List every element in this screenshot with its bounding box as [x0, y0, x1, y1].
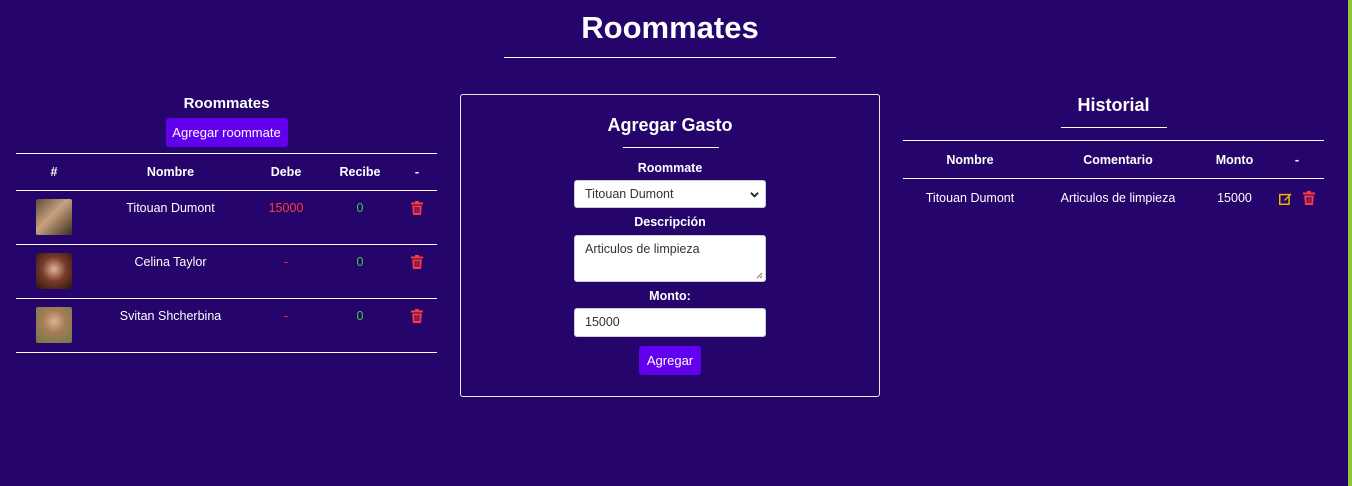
column-header-nombre: Nombre: [92, 153, 249, 191]
resize-grip-icon[interactable]: [756, 272, 763, 279]
historial-monto: 15000: [1217, 191, 1252, 205]
avatar-cell: [16, 298, 92, 353]
recibe-value: 0: [323, 298, 397, 353]
avatar: [36, 199, 72, 235]
roommate-label: Roommate: [637, 161, 703, 175]
avatar: [36, 253, 72, 289]
roommates-table: # Nombre Debe Recibe - Titouan Dumont 15…: [16, 153, 437, 353]
table-header-row: Nombre Comentario Monto -: [903, 140, 1324, 179]
avatar: [36, 307, 72, 343]
add-expense-card: Agregar Gasto Roommate Titouan Dumont De…: [460, 94, 880, 397]
roommate-select-value: Titouan Dumont: [585, 187, 674, 201]
roommate-name: Celina Taylor: [92, 244, 249, 299]
agregar-button[interactable]: Agregar: [639, 346, 701, 375]
descripcion-textarea[interactable]: Articulos de limpieza: [574, 235, 766, 282]
edit-icon[interactable]: [1278, 192, 1292, 205]
actions-cell: [1270, 179, 1324, 218]
descripcion-value: Articulos de limpieza: [585, 242, 700, 256]
roommates-panel: Roommates Agregar roommate # Nombre Debe…: [16, 93, 437, 353]
debe-value: 15000: [249, 190, 323, 245]
column-header-number: #: [16, 153, 92, 191]
historial-nombre: Titouan Dumont: [925, 191, 1015, 205]
column-header-debe: Debe: [249, 153, 323, 191]
actions-cell: [397, 244, 437, 299]
historial-divider: [1060, 127, 1167, 128]
recibe-value: 0: [323, 244, 397, 299]
add-expense-title: Agregar Gasto: [607, 115, 733, 135]
title-divider: [504, 57, 836, 58]
page-title: Roommates: [581, 10, 759, 45]
column-header-recibe: Recibe: [323, 153, 397, 191]
debe-value: -: [249, 298, 323, 353]
trash-icon[interactable]: [411, 201, 423, 215]
historial-table: Nombre Comentario Monto - Titouan Dumont…: [903, 140, 1324, 217]
column-header-actions: -: [397, 153, 437, 191]
table-row: Titouan Dumont Articulos de limpieza 150…: [903, 179, 1324, 218]
trash-icon[interactable]: [411, 309, 423, 323]
monto-input[interactable]: 15000: [574, 308, 766, 337]
add-roommate-button[interactable]: Agregar roommate: [165, 118, 288, 147]
chevron-down-icon: [750, 192, 759, 198]
actions-cell: [397, 190, 437, 245]
table-header-row: # Nombre Debe Recibe -: [16, 153, 437, 191]
descripcion-label: Descripción: [634, 215, 706, 229]
page: Roommates Roommates Agregar roommate # N…: [0, 0, 1352, 486]
column-header-monto: Monto: [1199, 140, 1270, 179]
recibe-value: 0: [323, 190, 397, 245]
trash-icon[interactable]: [1303, 191, 1316, 206]
debe-value: -: [249, 244, 323, 299]
roommate-select[interactable]: Titouan Dumont: [574, 180, 766, 208]
column-header-nombre: Nombre: [903, 140, 1037, 179]
historial-panel: Historial Nombre Comentario Monto - Tito…: [903, 93, 1324, 217]
monto-label: Monto:: [649, 289, 691, 303]
column-header-actions: -: [1270, 140, 1324, 179]
table-row: Celina Taylor - 0: [16, 244, 437, 299]
column-header-comentario: Comentario: [1037, 140, 1199, 179]
add-expense-divider: [623, 147, 719, 148]
historial-comentario: Articulos de limpieza: [1060, 191, 1176, 205]
table-row: Svitan Shcherbina - 0: [16, 298, 437, 353]
trash-icon[interactable]: [411, 255, 423, 269]
table-row: Titouan Dumont 15000 0: [16, 190, 437, 245]
avatar-cell: [16, 244, 92, 299]
right-edge-accent: [1348, 0, 1352, 486]
avatar-cell: [16, 190, 92, 245]
roommate-name: Titouan Dumont: [92, 190, 249, 245]
roommates-heading: Roommates: [183, 95, 270, 112]
actions-cell: [397, 298, 437, 353]
historial-title: Historial: [1077, 95, 1150, 115]
roommate-name: Svitan Shcherbina: [92, 298, 249, 353]
